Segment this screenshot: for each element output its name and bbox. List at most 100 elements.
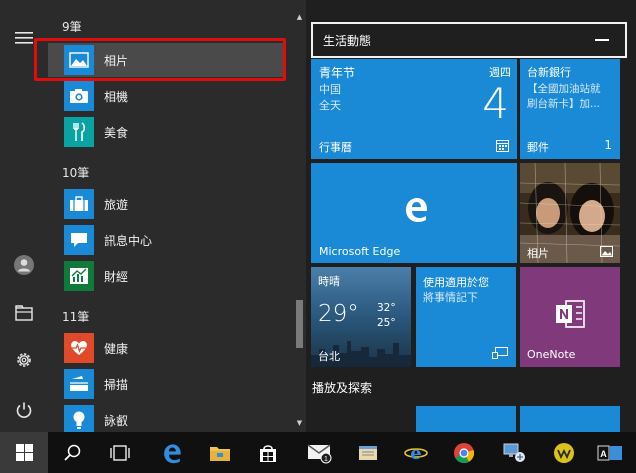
group-header-10[interactable]: 10筆 bbox=[62, 164, 89, 181]
calendar-weekday: 週四 bbox=[489, 66, 511, 79]
folder-icon bbox=[210, 446, 230, 461]
photo-tile-icon bbox=[600, 246, 613, 257]
start-button[interactable] bbox=[0, 432, 48, 473]
network-computer-icon bbox=[503, 443, 525, 462]
line-app-icon bbox=[554, 442, 574, 463]
get-started-tile[interactable]: 使用適用於您 將事情記下 bbox=[416, 267, 516, 367]
app-taskbar-button-3[interactable]: A bbox=[586, 432, 634, 473]
tile-group-header-2[interactable]: 播放及探索 bbox=[312, 379, 372, 396]
mail-count-badge: 1 bbox=[604, 138, 612, 152]
edge-tile[interactable]: Microsoft Edge bbox=[311, 163, 517, 263]
file-explorer-icon bbox=[15, 305, 33, 321]
edge-icon bbox=[164, 443, 181, 463]
svg-text:1: 1 bbox=[324, 456, 328, 463]
group-menu-icon[interactable] bbox=[595, 39, 609, 41]
mail-tile[interactable]: 台新銀行 【全國加油站就 刷台新卡】加... 郵件 1 bbox=[520, 59, 620, 159]
file-explorer-button[interactable] bbox=[0, 293, 48, 333]
edge-logo-icon bbox=[406, 198, 427, 222]
file-explorer-taskbar-button[interactable] bbox=[196, 432, 244, 473]
app-label: 健康 bbox=[104, 341, 129, 356]
scroll-down-arrow-icon[interactable]: ▼ bbox=[295, 418, 304, 428]
weather-low: 25° bbox=[377, 317, 396, 329]
tile-group-title: 生活動態 bbox=[323, 33, 372, 48]
app-item-finance[interactable]: 財經 bbox=[48, 259, 286, 293]
settings-button[interactable] bbox=[0, 340, 48, 380]
app-item-tips[interactable]: 詠叡 bbox=[48, 403, 286, 432]
scanner-icon bbox=[64, 369, 94, 399]
lightbulb-icon bbox=[64, 405, 94, 432]
store-bag-icon bbox=[260, 444, 276, 462]
group-header-11[interactable]: 11筆 bbox=[62, 308, 89, 325]
search-icon bbox=[63, 444, 80, 461]
mail-subject-cont: 刷台新卡】加... bbox=[527, 98, 601, 110]
calendar-location: 中国 bbox=[319, 83, 341, 96]
calendar-icon bbox=[496, 140, 509, 152]
calendar-time: 全天 bbox=[319, 99, 341, 112]
highlight-box bbox=[34, 38, 286, 81]
tile-label: 行事曆 bbox=[319, 141, 352, 154]
finance-chart-icon bbox=[64, 261, 94, 291]
app-item-messaging[interactable]: 訊息中心 bbox=[48, 223, 286, 257]
app-label: 美食 bbox=[104, 125, 129, 140]
hamburger-icon bbox=[15, 32, 33, 44]
weather-tile[interactable]: 時晴 29° 32° 25° 台北 bbox=[311, 267, 411, 367]
app-label: 詠叡 bbox=[104, 413, 129, 428]
store-taskbar-button[interactable] bbox=[244, 432, 292, 473]
partial-tile-1[interactable] bbox=[416, 406, 516, 432]
app-taskbar-button-2[interactable] bbox=[540, 432, 588, 473]
weather-condition: 時晴 bbox=[318, 275, 340, 288]
screen-app-icon: A bbox=[597, 445, 622, 460]
tile-pane: 生活動態 青年节 中国 全天 週四 4 行事曆 台新銀行 【全國加油站就 刷台新… bbox=[306, 0, 636, 432]
user-account-button[interactable] bbox=[0, 245, 48, 285]
tile-label: OneNote bbox=[527, 348, 576, 361]
weather-city: 台北 bbox=[318, 350, 340, 363]
scroll-up-arrow-icon[interactable]: ▲ bbox=[295, 12, 304, 22]
internet-explorer-icon: e bbox=[404, 443, 428, 464]
app-label: 相機 bbox=[104, 89, 129, 104]
mail-envelope-icon: 1 bbox=[307, 443, 332, 463]
notepad-app-icon bbox=[359, 445, 377, 460]
search-button[interactable] bbox=[48, 432, 96, 473]
chrome-taskbar-button[interactable] bbox=[440, 432, 488, 473]
devices-icon bbox=[492, 347, 508, 359]
camera-icon bbox=[64, 81, 94, 111]
task-view-icon bbox=[110, 444, 130, 461]
network-app-taskbar-button[interactable] bbox=[490, 432, 538, 473]
fork-knife-icon bbox=[64, 117, 94, 147]
calendar-day: 4 bbox=[482, 79, 509, 128]
get-started-line2: 將事情記下 bbox=[423, 291, 478, 304]
mail-subject: 【全國加油站就 bbox=[527, 83, 601, 95]
photos-tile[interactable]: 相片 bbox=[520, 163, 620, 263]
onenote-tile[interactable]: OneNote bbox=[520, 267, 620, 367]
mail-taskbar-button[interactable]: 1 bbox=[296, 432, 344, 473]
windows-logo-icon bbox=[15, 444, 33, 461]
scrollbar-thumb[interactable] bbox=[296, 300, 303, 348]
tile-group-header[interactable]: 生活動態 bbox=[311, 22, 627, 58]
ie-taskbar-button[interactable]: e bbox=[392, 432, 440, 473]
app-item-food[interactable]: 美食 bbox=[48, 115, 286, 149]
task-view-button[interactable] bbox=[96, 432, 144, 473]
weather-high: 32° bbox=[377, 302, 396, 314]
app-item-scan[interactable]: 掃描 bbox=[48, 367, 286, 401]
edge-taskbar-button[interactable] bbox=[148, 432, 196, 473]
mail-sender: 台新銀行 bbox=[527, 66, 571, 79]
get-started-line1: 使用適用於您 bbox=[423, 276, 489, 289]
app-item-camera[interactable]: 相機 bbox=[48, 79, 286, 113]
chat-bubble-icon bbox=[64, 225, 94, 255]
weather-temp: 29° bbox=[318, 301, 359, 327]
partial-tile-2[interactable] bbox=[520, 406, 620, 432]
power-button[interactable] bbox=[0, 390, 48, 430]
tile-label: 郵件 bbox=[527, 141, 549, 154]
tile-label: 相片 bbox=[527, 247, 549, 260]
app-item-travel[interactable]: 旅遊 bbox=[48, 187, 286, 221]
app-taskbar-button-1[interactable] bbox=[344, 432, 392, 473]
app-list-scrollbar[interactable]: ▲ ▼ bbox=[293, 0, 306, 432]
calendar-tile[interactable]: 青年节 中国 全天 週四 4 行事曆 bbox=[311, 59, 517, 159]
app-item-health[interactable]: 健康 bbox=[48, 331, 286, 365]
taskbar: 1 e A bbox=[0, 432, 636, 473]
heart-pulse-icon bbox=[64, 333, 94, 363]
onenote-logo-icon bbox=[556, 300, 585, 328]
app-label: 財經 bbox=[104, 269, 129, 284]
group-header-9[interactable]: 9筆 bbox=[62, 18, 82, 35]
user-avatar-icon bbox=[14, 255, 34, 275]
